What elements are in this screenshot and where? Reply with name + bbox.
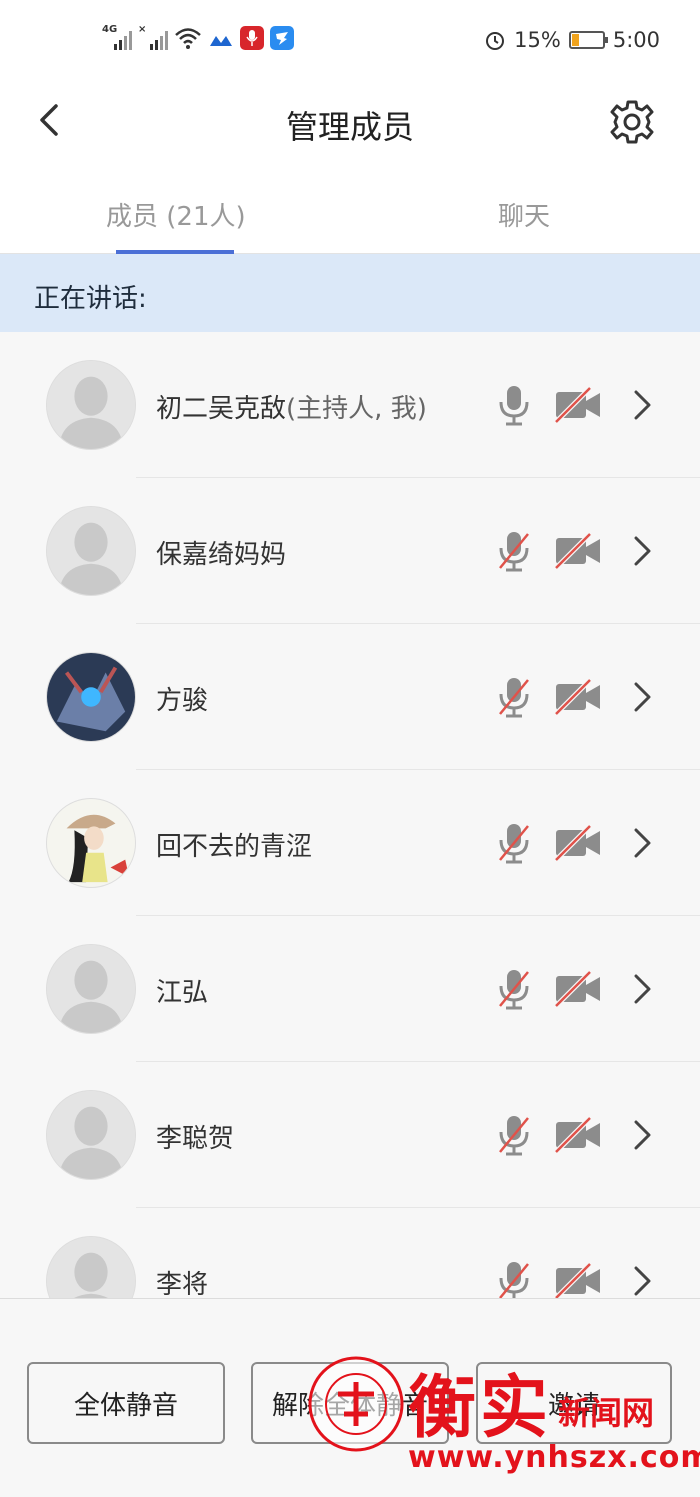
avatar (46, 1090, 136, 1180)
member-row[interactable]: 保嘉绮妈妈 (0, 478, 700, 624)
member-row[interactable]: 回不去的青涩 (0, 770, 700, 916)
signal-x-icon: × (138, 24, 168, 50)
invite-button[interactable]: 邀请 (476, 1362, 672, 1444)
member-name: 方骏 (156, 680, 208, 717)
member-name-text: 江弘 (156, 978, 209, 1008)
tab-members[interactable]: 成员 (21人) (106, 196, 246, 233)
member-list[interactable]: 初二吴克敌(主持人, 我) 保嘉绮妈妈方骏回不去的青涩 江弘李聪贺李将 (0, 332, 700, 1298)
camera-off-icon[interactable] (554, 824, 602, 862)
recorder-app-icon (240, 26, 264, 50)
member-name-text: 回不去的青涩 (156, 832, 313, 862)
battery-icon (568, 31, 608, 49)
mic-muted-icon[interactable] (496, 530, 532, 572)
mic-muted-icon[interactable] (496, 1260, 532, 1298)
dingtalk-app-icon (270, 26, 294, 50)
member-row[interactable]: 初二吴克敌(主持人, 我) (0, 332, 700, 478)
tab-chat[interactable]: 聊天 (498, 196, 550, 233)
wifi-icon (175, 28, 201, 49)
tab-bar: 成员 (21人) 聊天 (0, 162, 700, 254)
bottom-action-bar: 全体静音 解除全体静音 邀请 (0, 1298, 700, 1497)
header: 管理成员 (0, 80, 700, 162)
camera-off-icon[interactable] (554, 532, 602, 570)
member-row[interactable]: 李聪贺 (0, 1062, 700, 1208)
camera-off-icon[interactable] (554, 678, 602, 716)
mic-muted-icon[interactable] (496, 968, 532, 1010)
avatar (46, 798, 136, 888)
chevron-right-icon[interactable] (632, 972, 654, 1006)
bird-app-icon (210, 36, 232, 46)
member-role: (主持人, 我) (286, 394, 427, 424)
status-left-icons: 4G × (102, 24, 294, 50)
member-name-text: 方骏 (156, 686, 209, 716)
member-name: 初二吴克敌(主持人, 我) (156, 388, 427, 425)
chevron-right-icon[interactable] (632, 680, 654, 714)
clock: 5:00 (612, 28, 660, 52)
mic-muted-icon[interactable] (496, 1114, 532, 1156)
gear-icon[interactable] (608, 98, 656, 146)
signal-icon: 4G (102, 24, 132, 50)
member-row[interactable]: 江弘 (0, 916, 700, 1062)
avatar (46, 944, 136, 1034)
alarm-icon (486, 32, 505, 50)
mute-all-button[interactable]: 全体静音 (27, 1362, 225, 1444)
unmute-all-button[interactable]: 解除全体静音 (251, 1362, 449, 1444)
member-name: 李将 (156, 1264, 208, 1298)
status-right: 15% 5:00 (484, 28, 660, 52)
member-name: 江弘 (156, 972, 208, 1009)
mic-muted-icon[interactable] (496, 822, 532, 864)
camera-off-icon[interactable] (554, 970, 602, 1008)
camera-off-icon[interactable] (554, 1116, 602, 1154)
avatar (46, 506, 136, 596)
battery-percent: 15% (514, 28, 561, 52)
avatar (46, 360, 136, 450)
chevron-right-icon[interactable] (632, 534, 654, 568)
avatar (46, 652, 136, 742)
member-name-text: 保嘉绮妈妈 (156, 540, 287, 570)
chevron-right-icon[interactable] (632, 1118, 654, 1152)
speaking-label: 正在讲话: (34, 284, 147, 314)
status-bar: 4G × 15% 5:00 (0, 0, 700, 80)
member-name-text: 初二吴克敌 (156, 394, 287, 424)
page-title: 管理成员 (285, 108, 414, 146)
member-name-text: 李聪贺 (156, 1124, 235, 1154)
member-name-text: 李将 (156, 1270, 209, 1298)
avatar (46, 1236, 136, 1298)
chevron-right-icon[interactable] (632, 388, 654, 422)
member-name: 保嘉绮妈妈 (156, 534, 286, 571)
camera-off-icon[interactable] (554, 1262, 602, 1298)
speaking-bar: 正在讲话: (0, 254, 700, 332)
mic-icon[interactable] (496, 384, 532, 426)
chevron-right-icon[interactable] (632, 1264, 654, 1298)
member-row[interactable]: 李将 (0, 1208, 700, 1298)
member-row[interactable]: 方骏 (0, 624, 700, 770)
member-name: 回不去的青涩 (156, 826, 312, 863)
chevron-right-icon[interactable] (632, 826, 654, 860)
member-name: 李聪贺 (156, 1118, 234, 1155)
mic-muted-icon[interactable] (496, 676, 532, 718)
camera-off-icon[interactable] (554, 386, 602, 424)
